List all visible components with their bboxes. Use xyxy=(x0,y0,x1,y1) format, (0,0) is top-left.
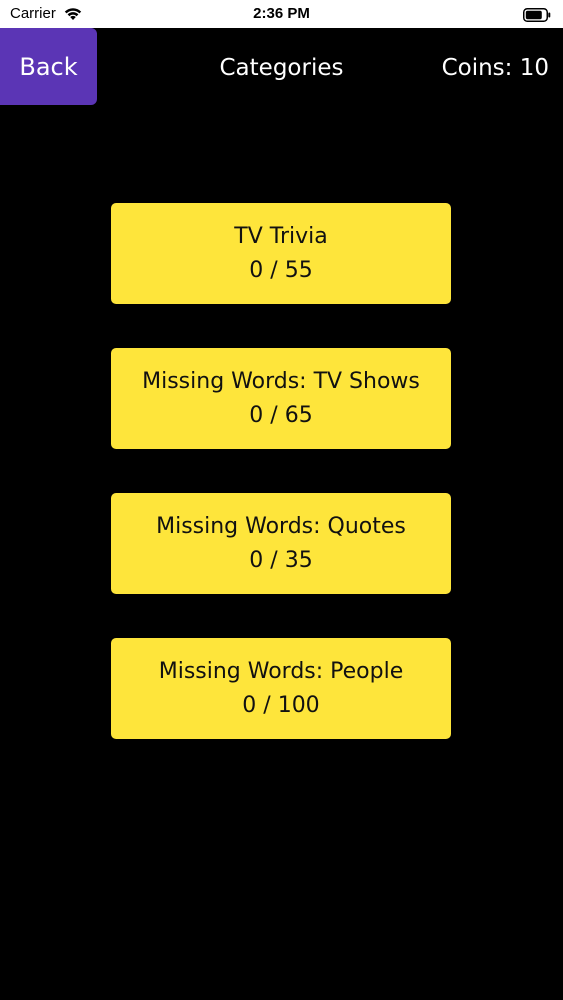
category-missing-words-people-button[interactable]: Missing Words: People 0 / 100 xyxy=(111,638,451,739)
category-progress: 0 / 100 xyxy=(242,692,320,718)
category-tv-trivia-button[interactable]: TV Trivia 0 / 55 xyxy=(111,203,451,304)
category-missing-words-quotes-button[interactable]: Missing Words: Quotes 0 / 35 xyxy=(111,493,451,594)
category-missing-words-tv-shows-button[interactable]: Missing Words: TV Shows 0 / 65 xyxy=(111,348,451,449)
category-progress: 0 / 35 xyxy=(249,547,313,573)
category-name: Missing Words: Quotes xyxy=(156,513,406,539)
status-time: 2:36 PM xyxy=(253,5,310,22)
category-name: TV Trivia xyxy=(234,223,328,249)
category-name: Missing Words: TV Shows xyxy=(142,368,420,394)
category-list: TV Trivia 0 / 55 Missing Words: TV Shows… xyxy=(111,203,451,783)
category-progress: 0 / 65 xyxy=(249,402,313,428)
coins-counter: Coins: 10 xyxy=(441,55,549,81)
status-bar: Carrier 2:36 PM xyxy=(0,0,563,28)
battery-icon xyxy=(523,7,551,22)
category-progress: 0 / 55 xyxy=(249,257,313,283)
category-name: Missing Words: People xyxy=(158,658,404,684)
